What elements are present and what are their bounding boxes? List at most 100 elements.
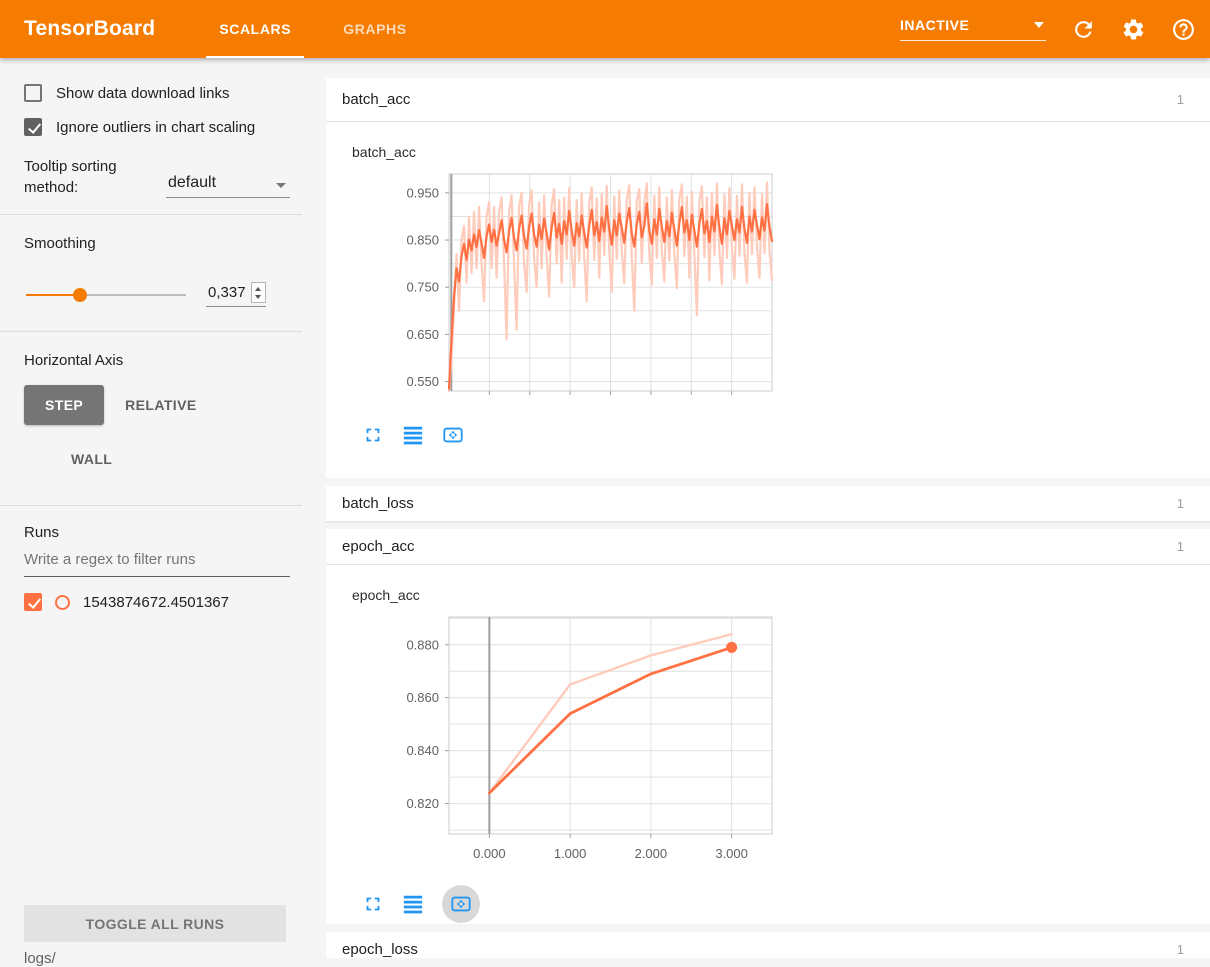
run-row: 1543874672.4501367 (24, 593, 290, 611)
divider (0, 331, 302, 332)
section-title: epoch_acc (342, 538, 415, 555)
tab-graphs-label: GRAPHS (343, 21, 407, 37)
axis-step-button[interactable]: STEP (24, 385, 104, 425)
bars-icon (402, 893, 424, 915)
run-checkbox[interactable] (24, 593, 42, 611)
chart-title: batch_acc (352, 144, 1210, 160)
svg-text:0.750: 0.750 (406, 280, 439, 295)
svg-text:0.550: 0.550 (406, 374, 439, 389)
show-download-links-label: Show data download links (56, 85, 229, 102)
bars-icon (402, 424, 424, 446)
fullscreen-icon (362, 893, 384, 915)
help-icon (1171, 17, 1196, 42)
status-dropdown[interactable]: INACTIVE (900, 17, 1046, 41)
divider (0, 214, 302, 215)
show-download-links-checkbox[interactable] (24, 84, 42, 102)
section-header-batch-loss[interactable]: batch_loss 1 (326, 486, 1210, 522)
tooltip-sorting-row: Tooltip sorting method: default (24, 156, 290, 198)
spacer (326, 478, 1210, 486)
chart-actions (362, 884, 1210, 924)
batch-acc-chart[interactable]: 0.950 0.850 0.750 0.650 0.550 (352, 166, 792, 401)
section-count: 1 (1177, 92, 1184, 107)
chevron-down-icon (276, 183, 286, 188)
section-count: 1 (1177, 539, 1184, 554)
ignore-outliers-checkbox[interactable] (24, 118, 42, 136)
spacer (326, 522, 1210, 529)
smoothing-slider-thumb[interactable] (73, 288, 87, 302)
refresh-button[interactable] (1070, 16, 1096, 42)
ignore-outliers-label: Ignore outliers in chart scaling (56, 119, 255, 136)
horizontal-axis-buttons: STEP RELATIVE WALL (24, 385, 264, 479)
horizontal-axis-label: Horizontal Axis (24, 352, 290, 369)
svg-text:0.820: 0.820 (406, 796, 439, 811)
settings-gear-icon (1121, 17, 1146, 42)
section-title: batch_loss (342, 495, 414, 512)
app-title: TensorBoard (24, 17, 155, 41)
smoothing-row: 0,337 (24, 282, 290, 307)
svg-text:0.850: 0.850 (406, 233, 439, 248)
tab-graphs[interactable]: GRAPHS (317, 0, 433, 58)
svg-text:0.650: 0.650 (406, 327, 439, 342)
tooltip-sorting-select[interactable]: default (166, 168, 290, 198)
settings-button[interactable] (1120, 16, 1146, 42)
tooltip-sorting-label: Tooltip sorting method: (24, 156, 152, 198)
axis-wall-button[interactable]: WALL (50, 439, 133, 479)
refresh-icon (1071, 17, 1096, 42)
chart-fullscreen-button[interactable] (362, 424, 384, 446)
section-header-epoch-loss[interactable]: epoch_loss 1 (326, 932, 1210, 958)
header-actions: INACTIVE (900, 16, 1196, 42)
smoothing-spinner[interactable] (251, 282, 266, 303)
section-header-batch-acc[interactable]: batch_acc 1 (326, 78, 1210, 122)
chart-fit-domain-button[interactable] (442, 424, 464, 446)
spinner-down-icon[interactable] (255, 295, 261, 299)
fit-domain-icon (442, 424, 464, 446)
app-header: TensorBoard SCALARS GRAPHS INACTIVE (0, 0, 1210, 58)
section-count: 1 (1177, 496, 1184, 511)
axis-relative-button[interactable]: RELATIVE (104, 385, 217, 425)
run-color-swatch[interactable] (55, 595, 70, 610)
section-header-epoch-acc[interactable]: epoch_acc 1 (326, 529, 1210, 565)
toggle-all-runs-button[interactable]: TOGGLE ALL RUNS (24, 905, 286, 942)
svg-text:0.840: 0.840 (406, 743, 439, 758)
smoothing-slider-fill (26, 294, 80, 296)
runs-label: Runs (24, 524, 290, 541)
smoothing-label: Smoothing (24, 235, 290, 252)
settings-sidebar: Show data download links Ignore outliers… (0, 58, 302, 958)
chart-title: epoch_acc (352, 587, 1210, 603)
fit-domain-icon (450, 893, 472, 915)
spacer (326, 924, 1210, 932)
chart-actions (362, 415, 1210, 455)
ignore-outliers-row: Ignore outliers in chart scaling (24, 118, 290, 136)
chart-card-batch-acc: batch_acc 0.950 0.850 0.750 0.650 0.550 (326, 122, 1210, 478)
divider (0, 505, 302, 506)
chart-runs-selector-button[interactable] (402, 424, 424, 446)
smoothing-value-field[interactable]: 0,337 (206, 282, 266, 307)
section-title: batch_acc (342, 91, 410, 108)
section-count: 1 (1177, 942, 1184, 957)
help-button[interactable] (1170, 16, 1196, 42)
chart-fullscreen-button[interactable] (362, 893, 384, 915)
svg-text:0.000: 0.000 (473, 846, 506, 861)
chart-fit-domain-button[interactable] (442, 885, 480, 923)
svg-text:0.880: 0.880 (406, 637, 439, 652)
chevron-down-icon (1034, 22, 1044, 28)
chart-runs-selector-button[interactable] (402, 893, 424, 915)
spinner-up-icon[interactable] (255, 287, 261, 291)
svg-text:3.000: 3.000 (715, 846, 748, 861)
status-label: INACTIVE (900, 17, 969, 33)
show-download-links-row: Show data download links (24, 84, 290, 102)
smoothing-slider[interactable] (26, 294, 186, 296)
run-name: 1543874672.4501367 (83, 594, 229, 611)
tooltip-sorting-value: default (168, 174, 216, 192)
svg-text:2.000: 2.000 (635, 846, 668, 861)
svg-text:0.950: 0.950 (406, 185, 439, 200)
tab-scalars[interactable]: SCALARS (193, 0, 317, 58)
fullscreen-icon (362, 424, 384, 446)
epoch-acc-chart[interactable]: 0.0001.0002.0003.0000.8800.8600.8400.820 (352, 609, 792, 870)
runs-footer-path: logs/ (24, 950, 56, 967)
svg-text:0.860: 0.860 (406, 690, 439, 705)
tab-scalars-label: SCALARS (219, 21, 291, 37)
section-title: epoch_loss (342, 941, 418, 958)
runs-filter-input[interactable] (24, 541, 290, 577)
chart-card-epoch-acc: epoch_acc 0.0001.0002.0003.0000.8800.860… (326, 565, 1210, 924)
